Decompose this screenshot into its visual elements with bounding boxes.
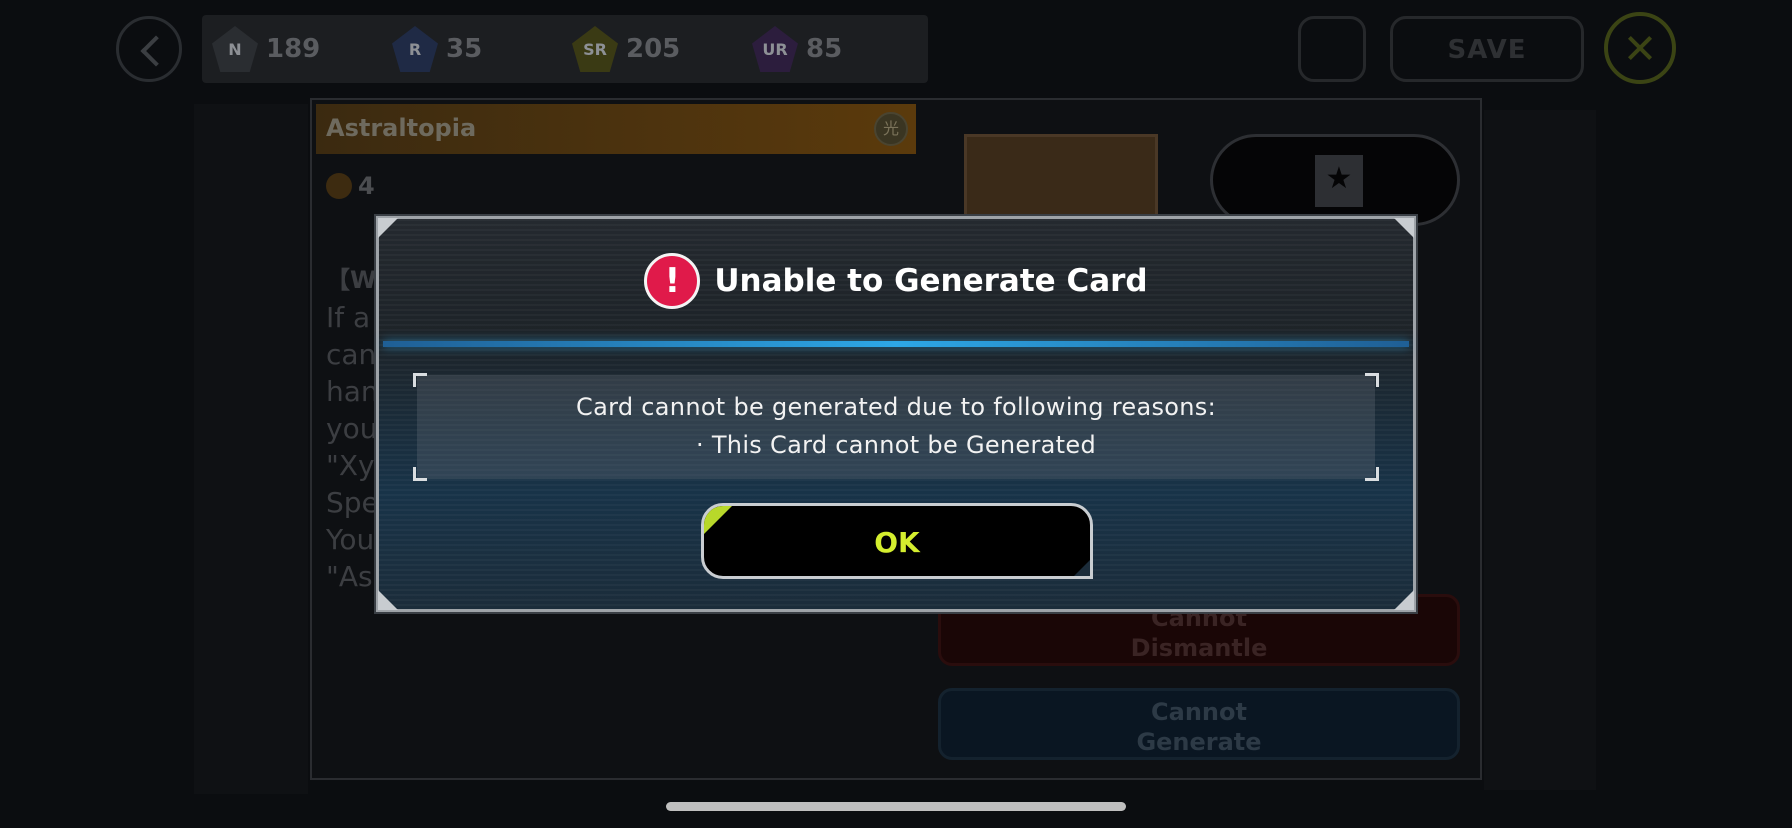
frame-bracket [1365,373,1379,387]
button-notch [1071,557,1090,576]
dialog-corner [1394,590,1414,610]
dialog-header: ! Unable to Generate Card [379,253,1413,309]
dialog-corner [1394,218,1414,238]
error-dialog: ! Unable to Generate Card Card cannot be… [376,216,1416,612]
frame-bracket [413,373,427,387]
exclamation-icon: ! [644,253,701,309]
ok-button[interactable]: OK [701,503,1093,579]
ok-label: OK [874,526,920,559]
dialog-corner [378,590,398,610]
frame-bracket [413,467,427,481]
dialog-reason-line: · This Card cannot be Generated [695,431,1096,459]
frame-bracket [1365,467,1379,481]
dialog-message-line: Card cannot be generated due to followin… [576,393,1216,421]
dialog-divider [383,341,1409,347]
dialog-message-box: Card cannot be generated due to followin… [413,373,1379,481]
dialog-corner [378,218,398,238]
dialog-title: Unable to Generate Card [714,263,1148,299]
